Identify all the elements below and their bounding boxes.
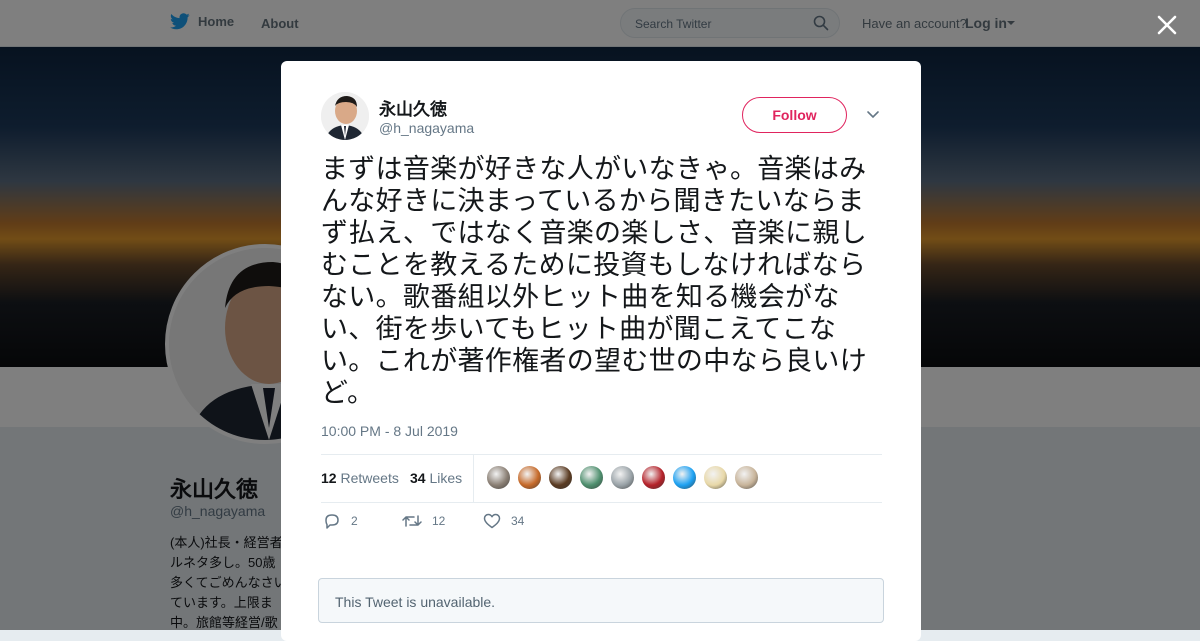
retweet-count: 12: [432, 514, 446, 528]
tweet-timestamp[interactable]: 10:00 PM - 8 Jul 2019: [321, 423, 458, 439]
stats-divider: [473, 455, 474, 502]
reply-icon: [325, 514, 339, 529]
retweets-count: 12: [321, 470, 337, 486]
liker-avatar[interactable]: [641, 465, 666, 490]
retweets-label: Retweets: [340, 470, 399, 486]
retweets-stat[interactable]: 12 Retweets: [321, 470, 399, 486]
follow-button[interactable]: Follow: [742, 97, 847, 133]
liker-avatar[interactable]: [610, 465, 635, 490]
reply-count: 2: [351, 514, 358, 528]
like-count: 34: [511, 514, 525, 528]
retweet-icon: [402, 515, 422, 527]
close-icon[interactable]: [1154, 12, 1180, 38]
author-photo: [321, 92, 369, 140]
unavailable-tweet-card: This Tweet is unavailable.: [318, 578, 884, 623]
like-button[interactable]: 34: [483, 513, 524, 529]
liker-avatar[interactable]: [548, 465, 573, 490]
liker-avatar[interactable]: [486, 465, 511, 490]
chevron-down-icon[interactable]: [866, 109, 880, 121]
heart-icon: [483, 513, 501, 529]
liker-avatar[interactable]: [703, 465, 728, 490]
reply-button[interactable]: 2: [323, 513, 358, 529]
liker-avatar[interactable]: [517, 465, 542, 490]
likes-count: 34: [410, 470, 426, 486]
liker-avatar[interactable]: [579, 465, 604, 490]
liker-avatar[interactable]: [672, 465, 697, 490]
retweet-button[interactable]: 12: [402, 513, 445, 529]
tweet-text: まずは音楽が好きな人がいなきゃ。音楽はみんな好きに決まっているから聞きたいならま…: [321, 154, 867, 409]
liker-avatars: [486, 465, 759, 490]
tweet-stats: 12 Retweets 34 Likes: [321, 454, 882, 503]
liker-avatar[interactable]: [734, 465, 759, 490]
tweet-author-name[interactable]: 永山久徳: [379, 95, 447, 120]
tweet-author-avatar[interactable]: [321, 92, 369, 140]
likes-label: Likes: [429, 470, 463, 486]
likes-stat[interactable]: 34 Likes: [410, 470, 462, 486]
tweet-actions: 2 12 34: [321, 513, 882, 533]
unavailable-message: This Tweet is unavailable.: [335, 594, 496, 610]
tweet-modal: 永山久徳 @h_nagayama Follow まずは音楽が好きな人がいなきゃ。…: [281, 61, 921, 641]
tweet-author-handle[interactable]: @h_nagayama: [379, 120, 474, 136]
